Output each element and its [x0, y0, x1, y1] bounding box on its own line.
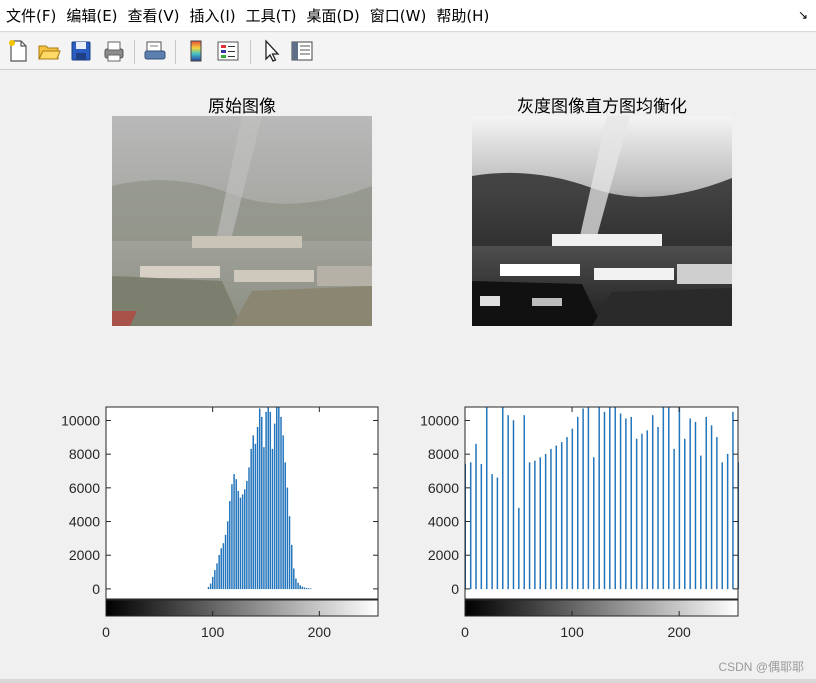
figure-canvas: 原始图像 灰度图像直方图均衡化 0 2000 4000 6000 8000 10…: [0, 70, 816, 683]
menu-help[interactable]: 帮助(H): [436, 3, 489, 28]
histogram-bar: [593, 457, 595, 590]
histogram-bar: [534, 460, 536, 590]
histogram-bar: [560, 442, 563, 590]
histogram-bar: [555, 445, 558, 590]
histogram-bar: [641, 433, 643, 590]
histogram-bar: [582, 408, 584, 590]
histogram-bar: [539, 457, 541, 590]
histogram-bar: [657, 427, 659, 590]
histogram-bar: [662, 406, 665, 590]
histogram-bar: [716, 437, 718, 590]
histogram-bar: [705, 416, 707, 590]
histogram-bar: [694, 421, 697, 590]
histogram-bar: [710, 425, 713, 590]
toolbar-separator: [250, 40, 251, 64]
toolbar-separator: [134, 40, 135, 64]
y-tick-label: 6000: [428, 480, 459, 496]
histogram-bar: [486, 406, 488, 590]
histogram-bar: [619, 413, 622, 590]
toolbar: [0, 33, 816, 70]
histogram-bar: [721, 462, 723, 590]
menu-window[interactable]: 窗口(W): [370, 3, 427, 28]
histogram-bar: [625, 418, 627, 590]
menu-bar: 文件(F) 编辑(E) 查看(V) 插入(I) 工具(T) 桌面(D) 窗口(W…: [0, 0, 816, 32]
csdn-watermark: CSDN @偶耶耶: [718, 660, 804, 674]
histogram-bar: [491, 474, 493, 590]
equalized-histogram-axes: 0 2000 4000 6000 8000 10000 0 100 200: [420, 406, 740, 640]
histogram-bar: [507, 415, 509, 590]
histogram-bar: [512, 420, 515, 590]
histogram-bar: [496, 477, 499, 590]
histogram-bar: [603, 411, 606, 590]
y-tick-label: 2000: [428, 547, 459, 563]
print-preview-icon[interactable]: [142, 38, 168, 64]
histogram-bar: [700, 455, 702, 590]
menu-desktop[interactable]: 桌面(D): [307, 3, 360, 28]
histogram-bar: [566, 437, 568, 590]
y-tick-label: 0: [451, 581, 459, 597]
histogram-bar: [480, 464, 483, 590]
menu-tools[interactable]: 工具(T): [246, 3, 297, 28]
histogram-bar: [651, 415, 654, 590]
histogram-bar: [646, 430, 649, 590]
histogram-bar: [689, 418, 691, 590]
histogram-bar: [475, 443, 477, 590]
histogram-bar: [469, 462, 472, 590]
y-tick-label: 8000: [428, 446, 459, 462]
x-tick-label: 200: [667, 624, 691, 640]
save-icon[interactable]: [68, 38, 94, 64]
histogram-bar: [550, 448, 552, 590]
colorbar-icon[interactable]: [183, 38, 209, 64]
histogram-bar: [614, 406, 616, 590]
legend-icon[interactable]: [215, 38, 241, 64]
y-tick-label: 4000: [428, 514, 459, 530]
toolbar-separator: [175, 40, 176, 64]
histogram-bar: [502, 406, 504, 590]
histogram-bar: [684, 438, 686, 590]
histogram-bar: [635, 438, 638, 590]
x-tick-label: 100: [560, 624, 584, 640]
axes-background: [465, 407, 738, 599]
histogram-bar: [726, 453, 729, 590]
gray-colorbar: [464, 599, 739, 617]
histogram-bar: [668, 406, 670, 590]
histogram-bar: [577, 416, 579, 590]
histogram-bar: [609, 406, 611, 590]
histogram-bar: [523, 415, 525, 590]
histogram-bar: [587, 406, 590, 590]
menu-view[interactable]: 查看(V): [128, 3, 180, 28]
menu-edit[interactable]: 编辑(E): [66, 3, 117, 28]
histogram-bar: [732, 411, 734, 590]
histogram-bar: [518, 507, 520, 590]
histogram-bar: [598, 406, 600, 590]
pointer-icon[interactable]: [258, 38, 284, 64]
dock-arrow-icon[interactable]: ↘: [798, 8, 808, 22]
histogram-bar: [678, 406, 681, 590]
x-tick-label: 0: [461, 624, 469, 640]
new-figure-icon[interactable]: [5, 38, 31, 64]
histogram-bar: [528, 462, 531, 590]
histogram-bar: [544, 453, 547, 590]
open-file-icon[interactable]: [36, 38, 62, 64]
histogram-bar: [630, 416, 632, 590]
menu-insert[interactable]: 插入(I): [190, 3, 236, 28]
property-editor-icon[interactable]: [289, 38, 315, 64]
histogram-bar: [673, 448, 675, 590]
y-tick-label: 10000: [420, 412, 459, 428]
window-bottom-edge: [0, 679, 816, 683]
print-icon[interactable]: [101, 38, 127, 64]
menu-file[interactable]: 文件(F): [6, 3, 56, 28]
histogram-bar: [571, 428, 574, 590]
